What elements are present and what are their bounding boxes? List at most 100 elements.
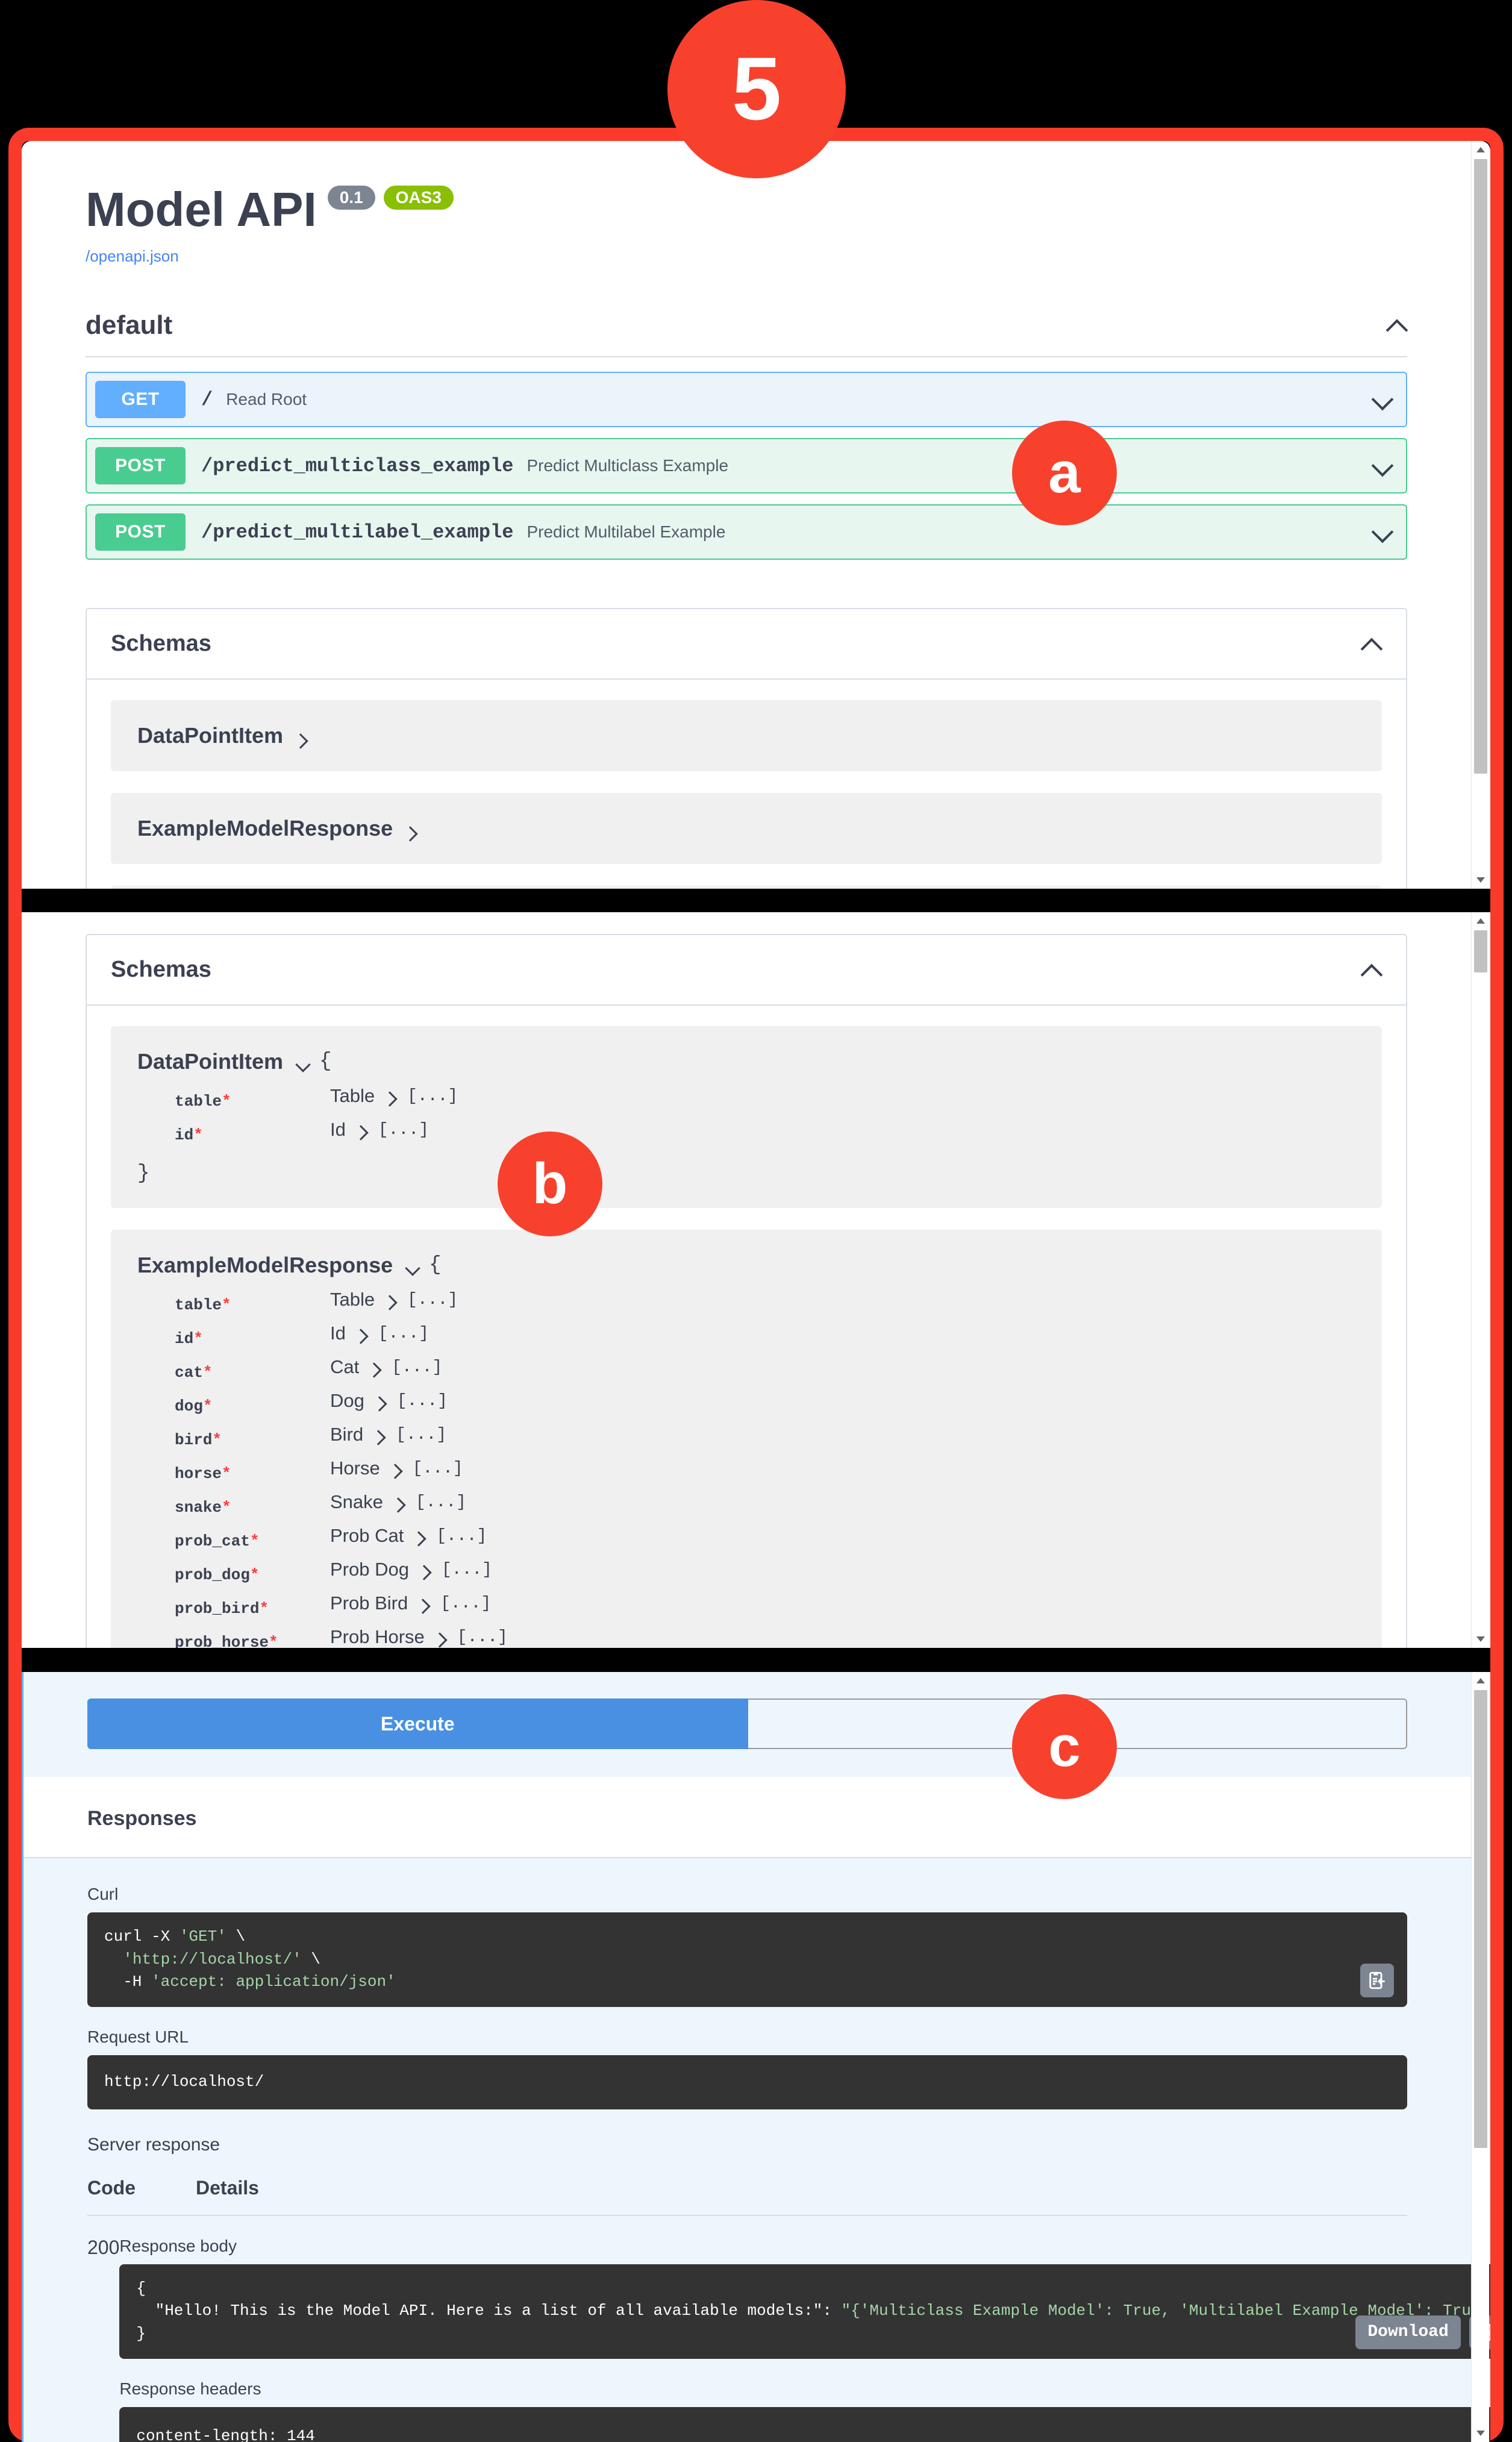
property-title: Prob Cat	[330, 1525, 404, 1546]
property-placeholder: [...]	[392, 1357, 443, 1377]
viewport-panel-bottom: Execute Clear Responses Curl curl -X 'GE…	[22, 1672, 1490, 2442]
chevron-right-icon[interactable]	[384, 1089, 399, 1103]
required-marker: *	[193, 1330, 203, 1348]
schema-property-row: prob_bird* Prob Bird [...]	[137, 1592, 1355, 1618]
scrollbar-thumb[interactable]	[1474, 930, 1487, 972]
schema-property-row: dog* Dog [...]	[137, 1390, 1355, 1415]
viewport-panel-middle: Schemas DataPointItem {table* Table [..…	[22, 912, 1490, 1648]
scroll-down-arrow-icon[interactable]	[1476, 1636, 1485, 1642]
chevron-right-icon[interactable]	[384, 1292, 399, 1307]
tag-header[interactable]: default	[86, 310, 1407, 357]
operation-row-post-predict-multiclass-example[interactable]: POST /predict_multiclass_example Predict…	[86, 438, 1407, 493]
scroll-up-arrow-icon[interactable]	[1476, 918, 1485, 924]
response-body-block: { "Hello! This is the Model API. Here is…	[119, 2264, 1490, 2359]
property-key: prob_dog*	[137, 1559, 330, 1584]
schema-item-examplemodelresponse[interactable]: ExampleModelResponse	[111, 793, 1382, 864]
schemas-header-expanded[interactable]: Schemas	[87, 935, 1406, 1006]
schema-property-row: prob_horse* Prob Horse [...]	[137, 1626, 1355, 1648]
property-key: prob_cat*	[137, 1525, 330, 1550]
curl-line-3-value: 'accept: application/json'	[151, 1973, 396, 1991]
operation-row-get-read-root[interactable]: GET / Read Root	[86, 372, 1407, 427]
chevron-down-icon[interactable]	[405, 1260, 419, 1275]
chevron-right-icon[interactable]	[374, 1394, 389, 1408]
property-placeholder: [...]	[378, 1120, 429, 1139]
operation-summary: Predict Multiclass Example	[526, 456, 729, 475]
property-title: Bird	[330, 1424, 364, 1445]
vertical-scrollbar[interactable]	[1471, 1672, 1489, 2442]
chevron-right-icon[interactable]	[295, 731, 310, 745]
chevron-up-icon[interactable]	[1387, 315, 1407, 336]
chevron-right-icon[interactable]	[355, 1326, 370, 1341]
chevron-down-icon[interactable]	[1372, 456, 1393, 476]
property-title: Id	[330, 1323, 346, 1344]
try-it-out-actions: Execute Clear	[23, 1672, 1471, 1749]
response-status-code: 200	[87, 2236, 120, 2258]
schema-model-header[interactable]: DataPointItem {	[137, 1049, 1355, 1074]
property-key: dog*	[137, 1390, 330, 1415]
schema-property-table: table* Table [...] id* Id [...] cat* Cat [...]…	[137, 1289, 1355, 1648]
schemas-body: DataPointItem ExampleModelResponse	[87, 680, 1406, 889]
chevron-right-icon[interactable]	[413, 1529, 428, 1543]
schemas-header[interactable]: Schemas	[87, 609, 1406, 680]
curl-line-1-tail: \	[226, 1927, 246, 1946]
property-title: Prob Bird	[330, 1592, 408, 1614]
required-marker: *	[222, 1296, 231, 1314]
execute-button[interactable]: Execute	[87, 1698, 748, 1749]
schemas-section-collapsed-list: Schemas DataPointItem ExampleModelRespon…	[22, 608, 1471, 889]
schema-item-datapointitem[interactable]: DataPointItem	[111, 700, 1382, 771]
response-body-line-1: {	[136, 2279, 146, 2297]
property-value: Prob Bird [...]	[330, 1592, 491, 1614]
chevron-right-icon[interactable]	[373, 1427, 387, 1442]
vertical-scrollbar[interactable]	[1471, 912, 1489, 1648]
chevron-right-icon[interactable]	[390, 1461, 404, 1476]
property-placeholder: [...]	[396, 1425, 447, 1444]
curl-line-3-plain: -H	[104, 1973, 152, 1991]
action-button-row: Execute Clear	[87, 1698, 1407, 1749]
operation-row-post-predict-multilabel-example[interactable]: POST /predict_multilabel_example Predict…	[86, 504, 1407, 560]
chevron-down-icon[interactable]	[295, 1057, 310, 1071]
scroll-up-arrow-icon[interactable]	[1476, 147, 1485, 152]
step-marker-label: 5	[731, 39, 782, 139]
swagger-content-middle: Schemas DataPointItem {table* Table [..…	[22, 934, 1471, 1648]
response-headers-block: content-length: 144 content-type: applic…	[119, 2406, 1490, 2442]
swagger-content-bottom: Execute Clear Responses Curl curl -X 'GE…	[22, 1672, 1490, 2442]
chevron-right-icon[interactable]	[369, 1360, 383, 1374]
clipboard-copy-icon[interactable]	[1360, 1964, 1394, 1998]
scrollbar-thumb[interactable]	[1474, 1690, 1487, 2148]
scrollbar-thumb[interactable]	[1474, 159, 1487, 774]
required-marker: *	[202, 1363, 213, 1382]
chevron-up-icon[interactable]	[1361, 960, 1382, 980]
chevron-down-icon[interactable]	[1372, 522, 1393, 542]
operation-summary: Read Root	[226, 390, 307, 409]
chevron-right-icon[interactable]	[405, 824, 419, 838]
scroll-up-arrow-icon[interactable]	[1476, 1678, 1485, 1683]
openapi-spec-link[interactable]: /openapi.json	[86, 247, 1407, 266]
schema-name: ExampleModelResponse	[137, 1253, 393, 1277]
download-button[interactable]: Download	[1355, 2315, 1461, 2349]
schema-property-row: bird* Bird [...]	[137, 1424, 1355, 1449]
chevron-right-icon[interactable]	[419, 1562, 433, 1577]
schema-property-row: horse* Horse [...]	[137, 1457, 1355, 1483]
chevron-right-icon[interactable]	[355, 1122, 370, 1137]
property-title: Prob Dog	[330, 1559, 409, 1580]
schema-model-header[interactable]: ExampleModelResponse {	[137, 1253, 1355, 1278]
scroll-down-arrow-icon[interactable]	[1476, 877, 1485, 883]
response-body-line-2-key: "Hello! This is the Model API. Here is a…	[136, 2302, 842, 2320]
vertical-scrollbar[interactable]	[1471, 141, 1489, 889]
property-key: prob_bird*	[137, 1592, 330, 1618]
property-title: Table	[330, 1289, 375, 1310]
property-value: Snake [...]	[330, 1491, 466, 1513]
chevron-up-icon[interactable]	[1361, 634, 1382, 654]
schema-item-httpvalidationerror[interactable]: HTTPValidationError	[111, 886, 1382, 889]
step-marker-c: c	[1012, 1694, 1117, 1799]
schema-name: DataPointItem	[137, 723, 284, 748]
chevron-right-icon[interactable]	[393, 1495, 407, 1509]
close-brace: }	[137, 1162, 150, 1185]
property-title: Table	[330, 1085, 375, 1106]
property-key-text: prob_dog	[175, 1566, 250, 1584]
oas-badge: OAS3	[383, 186, 454, 210]
chevron-right-icon[interactable]	[417, 1596, 432, 1611]
chevron-right-icon[interactable]	[434, 1630, 449, 1644]
scroll-down-arrow-icon[interactable]	[1476, 2431, 1485, 2436]
chevron-down-icon[interactable]	[1372, 389, 1393, 410]
